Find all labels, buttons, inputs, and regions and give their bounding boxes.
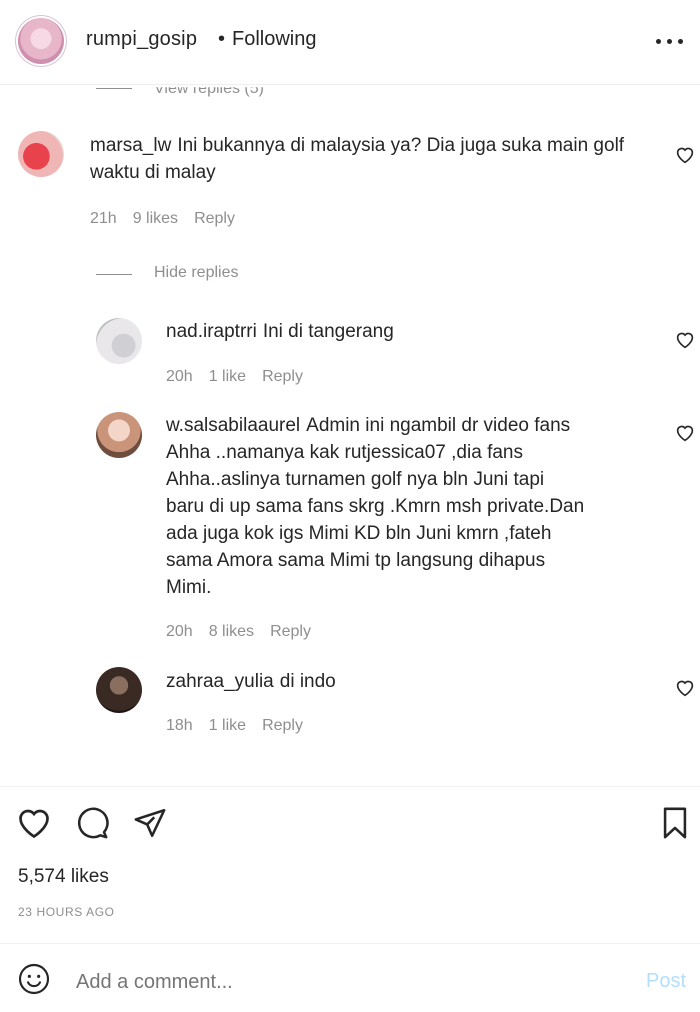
reply-avatar[interactable] — [96, 412, 142, 458]
reply-body-line: sama Amora sama Mimi tp langsung dihapus — [166, 550, 546, 571]
like-reply-heart-icon[interactable] — [675, 679, 695, 697]
reply-button[interactable]: Reply — [262, 368, 303, 385]
author-avatar[interactable] — [18, 18, 64, 64]
reply-body-line: ada juga kok igs Mimi KD bln Juni kmrn ,… — [166, 523, 552, 544]
share-icon[interactable] — [132, 806, 168, 840]
action-bar-divider — [0, 786, 700, 787]
comment-likes[interactable]: 9 likes — [133, 210, 178, 227]
reply-likes[interactable]: 1 like — [209, 717, 246, 734]
reply-time: 18h — [166, 717, 193, 734]
reply-time: 20h — [166, 623, 193, 640]
comment-icon[interactable] — [74, 806, 110, 840]
add-comment-input[interactable] — [74, 970, 598, 995]
like-reply-heart-icon[interactable] — [675, 331, 695, 349]
reply-meta: 18h 1 like Reply — [166, 717, 319, 735]
comment-username[interactable]: marsa_lw — [90, 135, 171, 156]
comment-meta: 21h 9 likes Reply — [90, 210, 251, 228]
emoji-icon[interactable] — [18, 963, 50, 995]
like-comment-heart-icon[interactable] — [675, 146, 695, 164]
reply-text: zahraa_yulia di indo — [166, 668, 646, 695]
post-comment-button[interactable]: Post — [646, 970, 686, 993]
like-reply-heart-icon[interactable] — [675, 424, 695, 442]
reply-text: w.salsabilaaurel Admin ini ngambil dr vid… — [166, 412, 666, 601]
comment-text: marsa_lw Ini bukannya di malaysia ya? Dia… — [90, 132, 630, 186]
reply-meta: 20h 1 like Reply — [166, 368, 319, 386]
reply-button[interactable]: Reply — [194, 210, 235, 227]
hide-replies-line — [96, 274, 132, 275]
reply-likes[interactable]: 1 like — [209, 368, 246, 385]
header-separator: • — [218, 28, 226, 50]
reply-avatar[interactable] — [96, 318, 142, 364]
reply-body-line: Ahha..aslinya turnamen golf nya bln Juni… — [166, 469, 545, 490]
reply-body-line: Ahha ..namanya kak rutjessica07 ,dia fan… — [166, 442, 523, 463]
author-username[interactable]: rumpi_gosip — [86, 28, 197, 51]
reply-username[interactable]: nad.iraptrri — [166, 321, 257, 342]
reply-avatar[interactable] — [96, 667, 142, 713]
reply-body: Ini di tangerang — [262, 321, 394, 342]
hide-replies-button[interactable]: Hide replies — [154, 264, 238, 282]
commenter-avatar[interactable] — [18, 131, 64, 177]
bookmark-icon[interactable] — [658, 806, 692, 840]
reply-username[interactable]: w.salsabilaaurel — [166, 415, 300, 436]
reply-button[interactable]: Reply — [262, 717, 303, 734]
reply-body: di indo — [279, 671, 336, 692]
post-likes-count[interactable]: 5,574 likes — [18, 866, 109, 888]
reply-likes[interactable]: 8 likes — [209, 623, 254, 640]
reply-meta: 20h 8 likes Reply — [166, 623, 327, 641]
reply-body-line: baru di up sama fans skrg .Kmrn msh priv… — [166, 496, 585, 517]
post-time-ago[interactable]: 23 HOURS AGO — [18, 905, 115, 919]
more-options-icon[interactable] — [656, 30, 686, 52]
reply-time: 20h — [166, 368, 193, 385]
reply-body-line: Mimi. — [166, 577, 212, 598]
comment-time: 21h — [90, 210, 117, 227]
like-post-heart-icon[interactable] — [16, 806, 52, 840]
view-replies-line — [96, 88, 132, 89]
following-button[interactable]: Following — [232, 28, 316, 51]
reply-username[interactable]: zahraa_yulia — [166, 671, 274, 692]
reply-text: nad.iraptrri Ini di tangerang — [166, 318, 646, 345]
reply-body-line: Admin ini ngambil dr video fans — [306, 415, 571, 436]
reply-button[interactable]: Reply — [270, 623, 311, 640]
